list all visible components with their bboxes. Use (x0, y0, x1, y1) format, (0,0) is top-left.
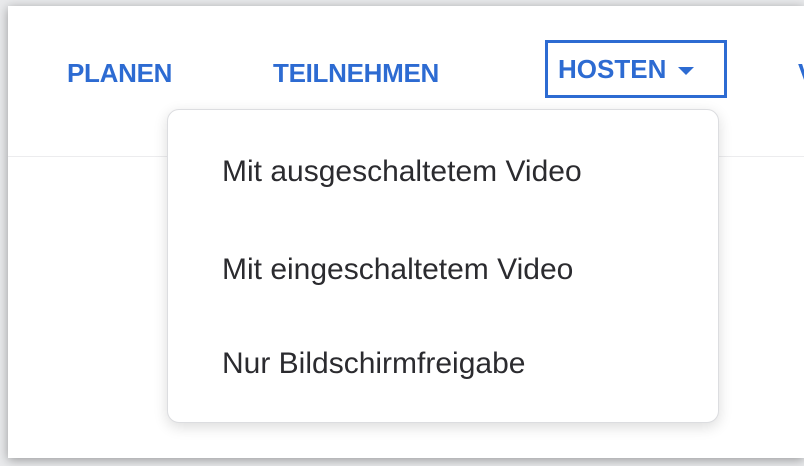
menu-item-video-off[interactable]: Mit ausgeschaltetem Video (222, 154, 582, 190)
menu-item-video-on[interactable]: Mit eingeschaltetem Video (222, 252, 573, 288)
app-window: PLANEN TEILNEHMEN HOSTEN V Mit ausgescha… (8, 6, 804, 458)
nav-hosten-label: HOSTEN (558, 53, 667, 84)
nav-planen-link[interactable]: PLANEN (67, 58, 172, 88)
nav-truncated-link[interactable]: V (798, 58, 804, 88)
nav-teilnehmen-link[interactable]: TEILNEHMEN (273, 58, 439, 88)
hosten-dropdown-menu: Mit ausgeschaltetem Video Mit eingeschal… (167, 109, 719, 423)
nav-hosten-dropdown-button[interactable]: HOSTEN (545, 40, 727, 98)
menu-item-screen-share-only[interactable]: Nur Bildschirmfreigabe (222, 346, 525, 382)
caret-down-icon (678, 67, 695, 75)
